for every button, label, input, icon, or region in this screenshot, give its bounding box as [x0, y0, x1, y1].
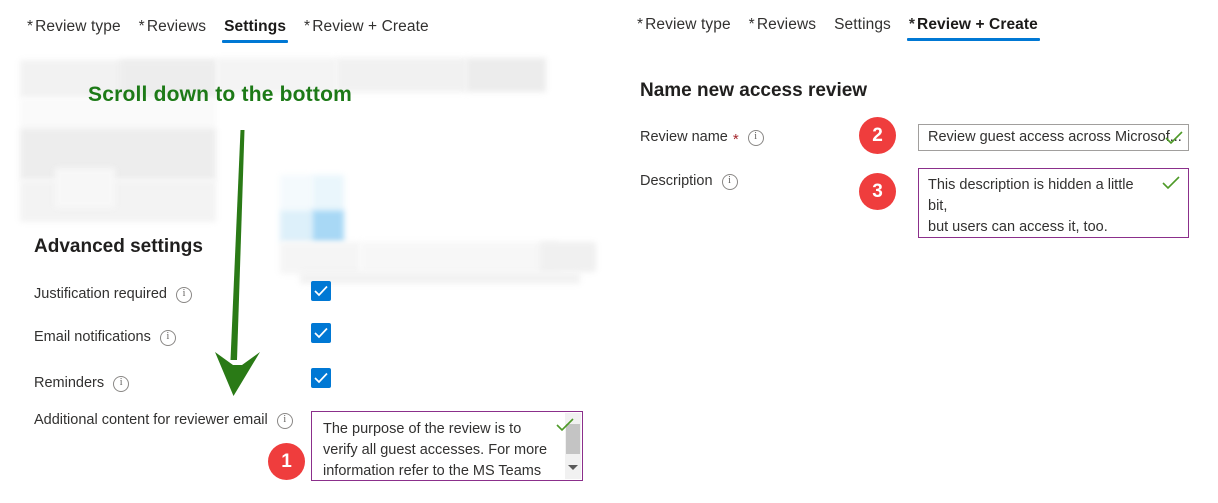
tab-label: Settings	[224, 18, 287, 35]
setting-row-justification: Justification required	[34, 283, 192, 305]
info-icon[interactable]	[159, 329, 176, 346]
reviewer-email-label: Additional content for reviewer email	[34, 412, 268, 428]
review-create-panel: * Review type * Reviews Settings * Review +…	[610, 0, 1218, 503]
tab-required-marker: *	[138, 18, 145, 35]
tab-label: Settings	[834, 16, 891, 33]
review-name-value: Review guest access across Microsof...	[928, 129, 1182, 145]
step-badge-2: 2	[859, 117, 896, 154]
description-value: This description is hidden a little bit,…	[928, 177, 1134, 235]
advanced-settings-heading: Advanced settings	[34, 236, 203, 257]
left-tab-bar: * Review type * Reviews Settings * Review +…	[18, 18, 438, 43]
tab-review-create[interactable]: * Review + Create	[900, 16, 1047, 41]
tab-required-marker: *	[27, 18, 34, 35]
setting-label: Email notifications	[34, 329, 151, 345]
tab-required-marker: *	[637, 16, 644, 33]
check-icon	[314, 327, 328, 339]
checkbox-justification-required[interactable]	[311, 281, 331, 301]
right-tab-bar: * Review type * Reviews Settings * Review +…	[628, 16, 1047, 41]
scroll-down-icon[interactable]	[568, 465, 578, 470]
setting-row-reminders: Reminders	[34, 372, 130, 394]
tab-label: Review + Create	[917, 16, 1038, 33]
description-label-group: Description	[640, 173, 738, 190]
review-name-input[interactable]: Review guest access across Microsof...	[918, 124, 1189, 151]
name-new-access-review-heading: Name new access review	[640, 80, 868, 101]
tab-reviews[interactable]: * Reviews	[740, 16, 825, 41]
valid-check-icon	[1162, 176, 1180, 190]
tab-label: Review type	[645, 16, 731, 33]
scrollbar-thumb[interactable]	[566, 424, 580, 454]
description-label: Description	[640, 173, 713, 189]
tab-required-marker: *	[908, 16, 916, 33]
review-name-label: Review name	[640, 129, 728, 145]
tab-label: Reviews	[756, 16, 817, 33]
textarea-scrollbar[interactable]	[565, 413, 581, 479]
tab-settings[interactable]: Settings	[825, 16, 900, 41]
info-icon[interactable]	[176, 286, 192, 303]
check-icon	[314, 285, 328, 297]
tab-review-type[interactable]: * Review type	[628, 16, 740, 41]
info-icon[interactable]	[721, 173, 738, 190]
tab-review-create[interactable]: * Review + Create	[295, 18, 438, 43]
description-textarea[interactable]: This description is hidden a little bit,…	[918, 168, 1189, 238]
info-icon[interactable]	[113, 375, 130, 392]
required-asterisk: *	[732, 130, 739, 148]
step-badge-1: 1	[268, 443, 305, 480]
reviewer-email-value: The purpose of the review is to verify a…	[323, 421, 548, 479]
tab-label: Review + Create	[312, 18, 429, 35]
setting-label: Reminders	[34, 375, 105, 391]
reviewer-email-textarea[interactable]: The purpose of the review is to verify a…	[311, 411, 583, 481]
info-icon[interactable]	[747, 129, 764, 146]
check-icon	[314, 372, 328, 384]
review-name-label-group: Review name *	[640, 129, 764, 148]
setting-label: Justification required	[34, 286, 167, 302]
setting-row-email-notifications: Email notifications	[34, 326, 176, 348]
reviewer-email-label-group: Additional content for reviewer email	[34, 412, 293, 429]
checkbox-email-notifications[interactable]	[311, 323, 331, 343]
scroll-down-arrow-icon	[215, 130, 260, 396]
tab-label: Review type	[35, 18, 121, 35]
tab-review-type[interactable]: * Review type	[18, 18, 130, 43]
tab-label: Reviews	[146, 18, 207, 35]
tab-required-marker: *	[304, 18, 311, 35]
tab-reviews[interactable]: * Reviews	[130, 18, 215, 43]
tab-settings[interactable]: Settings	[215, 18, 295, 43]
info-icon[interactable]	[276, 412, 293, 429]
tab-required-marker: *	[748, 16, 755, 33]
scroll-down-annotation: Scroll down to the bottom	[88, 83, 352, 106]
step-badge-3: 3	[859, 173, 896, 210]
checkbox-reminders[interactable]	[311, 368, 331, 388]
settings-panel: * Review type * Reviews Settings * Review +…	[0, 0, 610, 503]
